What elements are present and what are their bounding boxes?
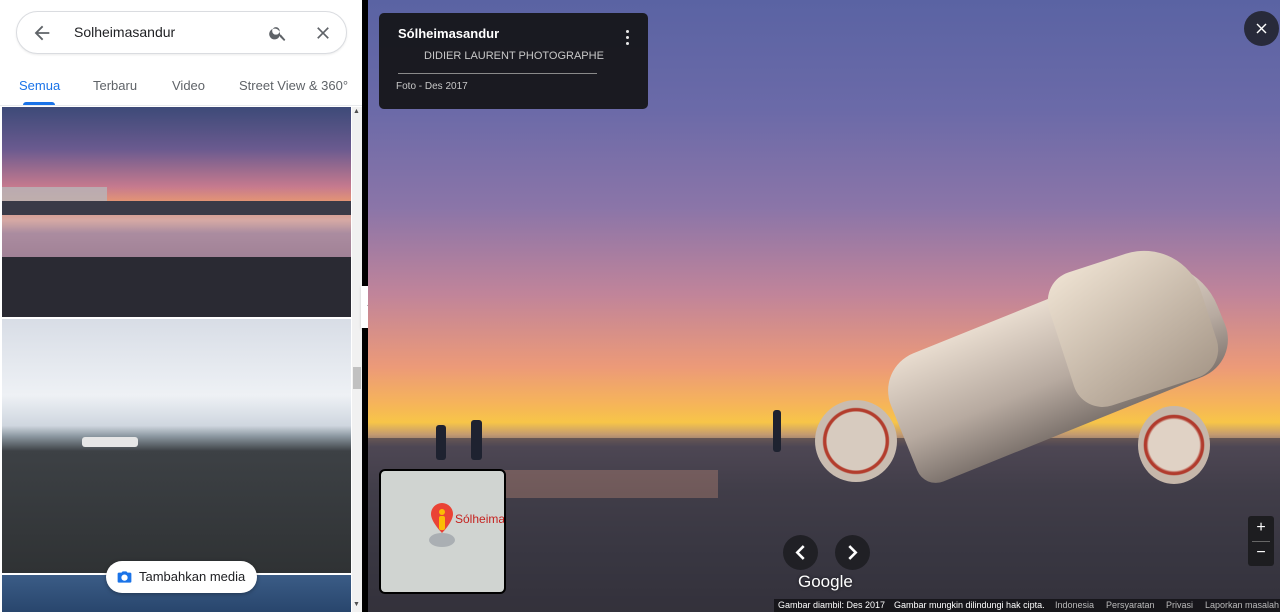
- thumbnail-scene: [82, 437, 138, 447]
- minimap[interactable]: Sólheima: [379, 469, 506, 594]
- scroll-up-icon[interactable]: ▲: [353, 108, 360, 115]
- chevron-left-icon: [795, 545, 805, 560]
- add-media-label: Tambahkan media: [139, 569, 246, 584]
- scrollbar[interactable]: ▲ ▼: [352, 107, 362, 612]
- side-panel: Solheimasandur Semua Terbaru Video Stree…: [0, 0, 362, 612]
- copyright-notice: Gambar mungkin dilindungi hak cipta.: [894, 600, 1045, 610]
- photo-thumbnail[interactable]: [2, 107, 351, 317]
- report-problem-link[interactable]: Laporkan masalah: [1205, 600, 1279, 610]
- back-arrow-icon[interactable]: [31, 22, 53, 44]
- region-link[interactable]: Indonesia: [1055, 600, 1094, 610]
- next-photo-button[interactable]: [835, 535, 870, 570]
- thumbnail-scene: [2, 187, 351, 317]
- tab-terbaru[interactable]: Terbaru: [93, 78, 137, 93]
- photo-gallery: [0, 107, 352, 612]
- search-input[interactable]: Solheimasandur: [74, 24, 175, 40]
- clear-icon[interactable]: [313, 23, 333, 43]
- divider: [398, 73, 597, 74]
- camera-icon: [117, 571, 132, 583]
- google-logo: Google: [798, 572, 853, 591]
- tab-video[interactable]: Video: [172, 78, 205, 93]
- search-box[interactable]: Solheimasandur: [16, 11, 347, 54]
- photographer-name[interactable]: DIDIER LAURENT PHOTOGRAPHE: [424, 50, 604, 62]
- zoom-in-button[interactable]: +: [1248, 516, 1274, 540]
- place-title[interactable]: Sólheimasandur: [398, 26, 499, 41]
- tab-semua[interactable]: Semua: [19, 78, 60, 93]
- more-vert-icon[interactable]: [622, 27, 634, 47]
- terms-link[interactable]: Persyaratan: [1106, 600, 1155, 610]
- close-viewer-button[interactable]: [1244, 11, 1279, 46]
- active-tab-indicator: [23, 102, 55, 105]
- scrollbar-thumb[interactable]: [353, 367, 361, 389]
- footer-bar: Gambar diambil: Des 2017 Gambar mungkin …: [774, 599, 1280, 612]
- close-icon: [1256, 23, 1267, 34]
- photo-date: Foto - Des 2017: [396, 81, 468, 92]
- zoom-out-button[interactable]: −: [1248, 542, 1274, 566]
- previous-photo-button[interactable]: [783, 535, 818, 570]
- plane-engine: [815, 400, 897, 482]
- zoom-control: + −: [1248, 516, 1274, 566]
- person-silhouette: [773, 410, 781, 452]
- photo-tabs: Semua Terbaru Video Street View & 360°: [0, 66, 362, 106]
- photo-info-card: Sólheimasandur DIDIER LAURENT PHOTOGRAPH…: [379, 13, 648, 109]
- photo-thumbnail[interactable]: [2, 319, 351, 573]
- chevron-right-icon: [848, 545, 858, 560]
- privacy-link[interactable]: Privasi: [1166, 600, 1193, 610]
- person-silhouette: [436, 425, 446, 460]
- minimap-place-label: Sólheima: [455, 512, 506, 526]
- person-silhouette: [471, 420, 482, 460]
- search-icon[interactable]: [268, 23, 288, 43]
- plane-engine: [1138, 406, 1210, 484]
- add-media-button[interactable]: Tambahkan media: [106, 561, 257, 593]
- tab-street-view[interactable]: Street View & 360°: [239, 78, 348, 93]
- pegman-icon: [429, 503, 455, 547]
- scroll-down-icon[interactable]: ▼: [353, 601, 360, 608]
- capture-date: Gambar diambil: Des 2017: [778, 600, 886, 610]
